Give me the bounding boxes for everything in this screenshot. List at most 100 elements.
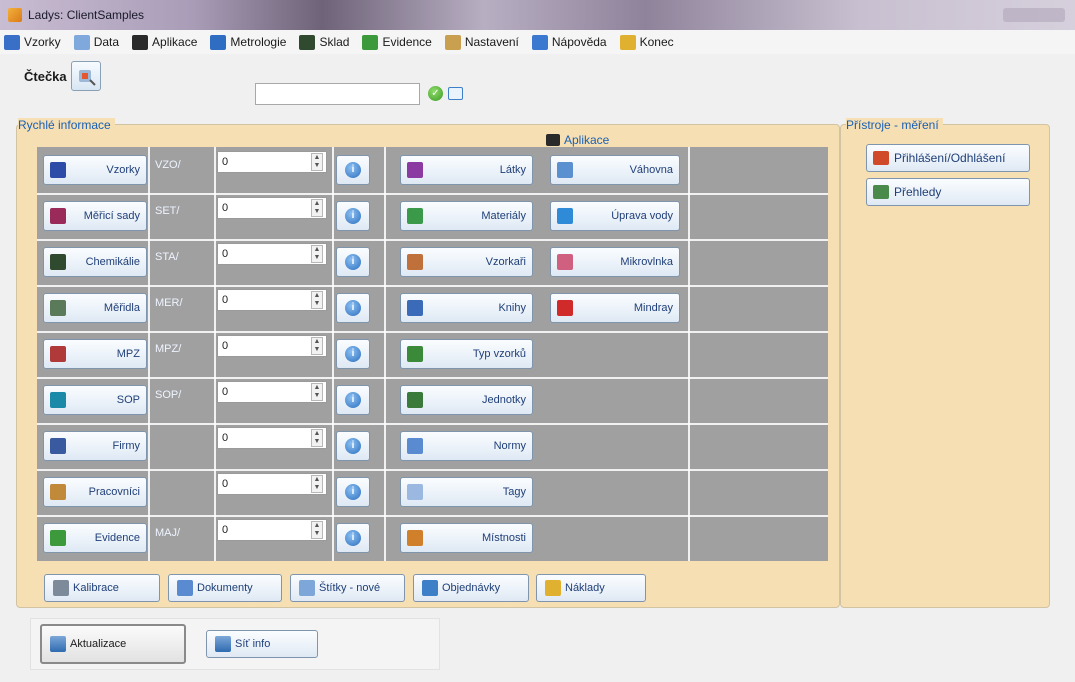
- grid-divider: [37, 285, 546, 287]
- info-button[interactable]: i: [336, 247, 370, 277]
- menu-item-3[interactable]: Metrologie: [210, 34, 286, 50]
- info-button[interactable]: i: [336, 477, 370, 507]
- info-icon: i: [345, 346, 361, 362]
- prefix-label: MAJ/: [155, 527, 181, 539]
- window-controls[interactable]: [1003, 8, 1065, 22]
- entity-button[interactable]: MPZ: [43, 339, 147, 369]
- catalog-label: Typ vzorků: [472, 348, 526, 360]
- entity-button[interactable]: Evidence: [43, 523, 147, 553]
- menu-item-8[interactable]: Konec: [619, 34, 674, 50]
- entity-button[interactable]: SOP: [43, 385, 147, 415]
- menu-item-2[interactable]: Aplikace: [132, 34, 197, 50]
- catalog-label: Vzorkaři: [485, 256, 526, 268]
- info-button[interactable]: i: [336, 431, 370, 461]
- catalog-button[interactable]: Vzorkaři: [400, 247, 533, 277]
- spinner-arrows[interactable]: ▲ ▼: [311, 199, 323, 217]
- entity-button[interactable]: Chemikálie: [43, 247, 147, 277]
- entity-button[interactable]: Pracovníci: [43, 477, 147, 507]
- entity-icon: [50, 208, 66, 224]
- menu-item-0[interactable]: Vzorky: [4, 34, 61, 50]
- entity-button[interactable]: Měřicí sady: [43, 201, 147, 231]
- update-button[interactable]: Aktualizace: [40, 624, 186, 664]
- entity-label: Vzorky: [106, 164, 140, 176]
- menu-item-5[interactable]: Evidence: [362, 34, 432, 50]
- info-icon: i: [345, 208, 361, 224]
- catalog-button[interactable]: Materiály: [400, 201, 533, 231]
- network-info-button[interactable]: Síť info: [206, 630, 318, 658]
- instrument-label: Přihlášení/Odhlášení: [894, 151, 1006, 165]
- update-label: Aktualizace: [70, 638, 127, 650]
- application-button[interactable]: Mindray: [550, 293, 680, 323]
- grid-divider: [37, 515, 546, 517]
- network-info-label: Síť info: [235, 638, 271, 650]
- catalog-button[interactable]: Tagy: [400, 477, 533, 507]
- grid-divider: [546, 285, 828, 287]
- info-button[interactable]: i: [336, 523, 370, 553]
- check-icon[interactable]: ✓: [428, 86, 443, 101]
- reader-code-field[interactable]: [102, 65, 223, 87]
- info-icon: i: [345, 300, 361, 316]
- menu-item-6[interactable]: Nastavení: [444, 34, 519, 50]
- window-icon[interactable]: [448, 87, 463, 100]
- flask-icon: [299, 34, 316, 50]
- info-icon: i: [345, 438, 361, 454]
- catalog-icon: [407, 162, 423, 178]
- catalog-icon: [407, 300, 423, 316]
- entity-button[interactable]: Firmy: [43, 431, 147, 461]
- catalog-button[interactable]: Látky: [400, 155, 533, 185]
- entity-button[interactable]: Vzorky: [43, 155, 147, 185]
- instrument-button[interactable]: Přihlášení/Odhlášení: [866, 144, 1030, 172]
- instrument-label: Přehledy: [894, 185, 942, 199]
- grid-divider: [546, 377, 828, 379]
- entity-icon: [50, 530, 66, 546]
- grid-divider: [546, 423, 828, 425]
- entity-button[interactable]: Měřidla: [43, 293, 147, 323]
- quick-action-button[interactable]: Náklady: [536, 574, 646, 602]
- window-icon: [422, 580, 438, 596]
- info-button[interactable]: i: [336, 201, 370, 231]
- entity-label: SOP: [116, 394, 140, 406]
- application-icon: [557, 208, 573, 224]
- application-icon: [557, 254, 573, 270]
- catalog-button[interactable]: Knihy: [400, 293, 533, 323]
- grid-divider: [148, 147, 150, 561]
- info-button[interactable]: i: [336, 293, 370, 323]
- quick-action-button[interactable]: Kalibrace: [44, 574, 160, 602]
- catalog-button[interactable]: Místnosti: [400, 523, 533, 553]
- spinner-arrows[interactable]: ▲ ▼: [311, 521, 323, 539]
- catalog-button[interactable]: Typ vzorků: [400, 339, 533, 369]
- catalog-button[interactable]: Jednotky: [400, 385, 533, 415]
- quick-action-button[interactable]: Dokumenty: [168, 574, 282, 602]
- quick-action-button[interactable]: Štítky - nové: [290, 574, 405, 602]
- quick-action-button[interactable]: Objednávky: [413, 574, 529, 602]
- quick-action-label: Náklady: [565, 582, 605, 594]
- spinner-arrows[interactable]: ▲ ▼: [311, 291, 323, 309]
- spinner-arrows[interactable]: ▲ ▼: [311, 153, 323, 171]
- menu-item-1[interactable]: Data: [73, 34, 119, 50]
- catalog-label: Místnosti: [481, 532, 526, 544]
- spinner-arrows[interactable]: ▲ ▼: [311, 475, 323, 493]
- spinner-arrows[interactable]: ▲ ▼: [311, 383, 323, 401]
- instrument-button[interactable]: Přehledy: [866, 178, 1030, 206]
- catalog-button[interactable]: Normy: [400, 431, 533, 461]
- application-button[interactable]: Úprava vody: [550, 201, 680, 231]
- quick-info-legend: Rychlé informace: [18, 118, 115, 132]
- info-button[interactable]: i: [336, 155, 370, 185]
- spinner-arrows[interactable]: ▲ ▼: [311, 337, 323, 355]
- entity-icon: [50, 392, 66, 408]
- info-button[interactable]: i: [336, 339, 370, 369]
- menu-bar: Vzorky Data Aplikace Metrologie Sklad Evidenc…: [0, 30, 1075, 54]
- reader-button[interactable]: [70, 61, 101, 91]
- menu-item-4[interactable]: Sklad: [299, 34, 349, 50]
- menu-label: Nápověda: [551, 35, 607, 49]
- application-button[interactable]: Váhovna: [550, 155, 680, 185]
- menu-item-7[interactable]: Nápověda: [531, 34, 607, 50]
- reader-input[interactable]: [255, 83, 420, 105]
- entity-icon: [50, 438, 66, 454]
- application-button[interactable]: Mikrovlnka: [550, 247, 680, 277]
- grid-divider: [37, 469, 546, 471]
- spinner-arrows[interactable]: ▲ ▼: [311, 429, 323, 447]
- spinner-arrows[interactable]: ▲ ▼: [311, 245, 323, 263]
- entity-label: Firmy: [112, 440, 141, 452]
- info-button[interactable]: i: [336, 385, 370, 415]
